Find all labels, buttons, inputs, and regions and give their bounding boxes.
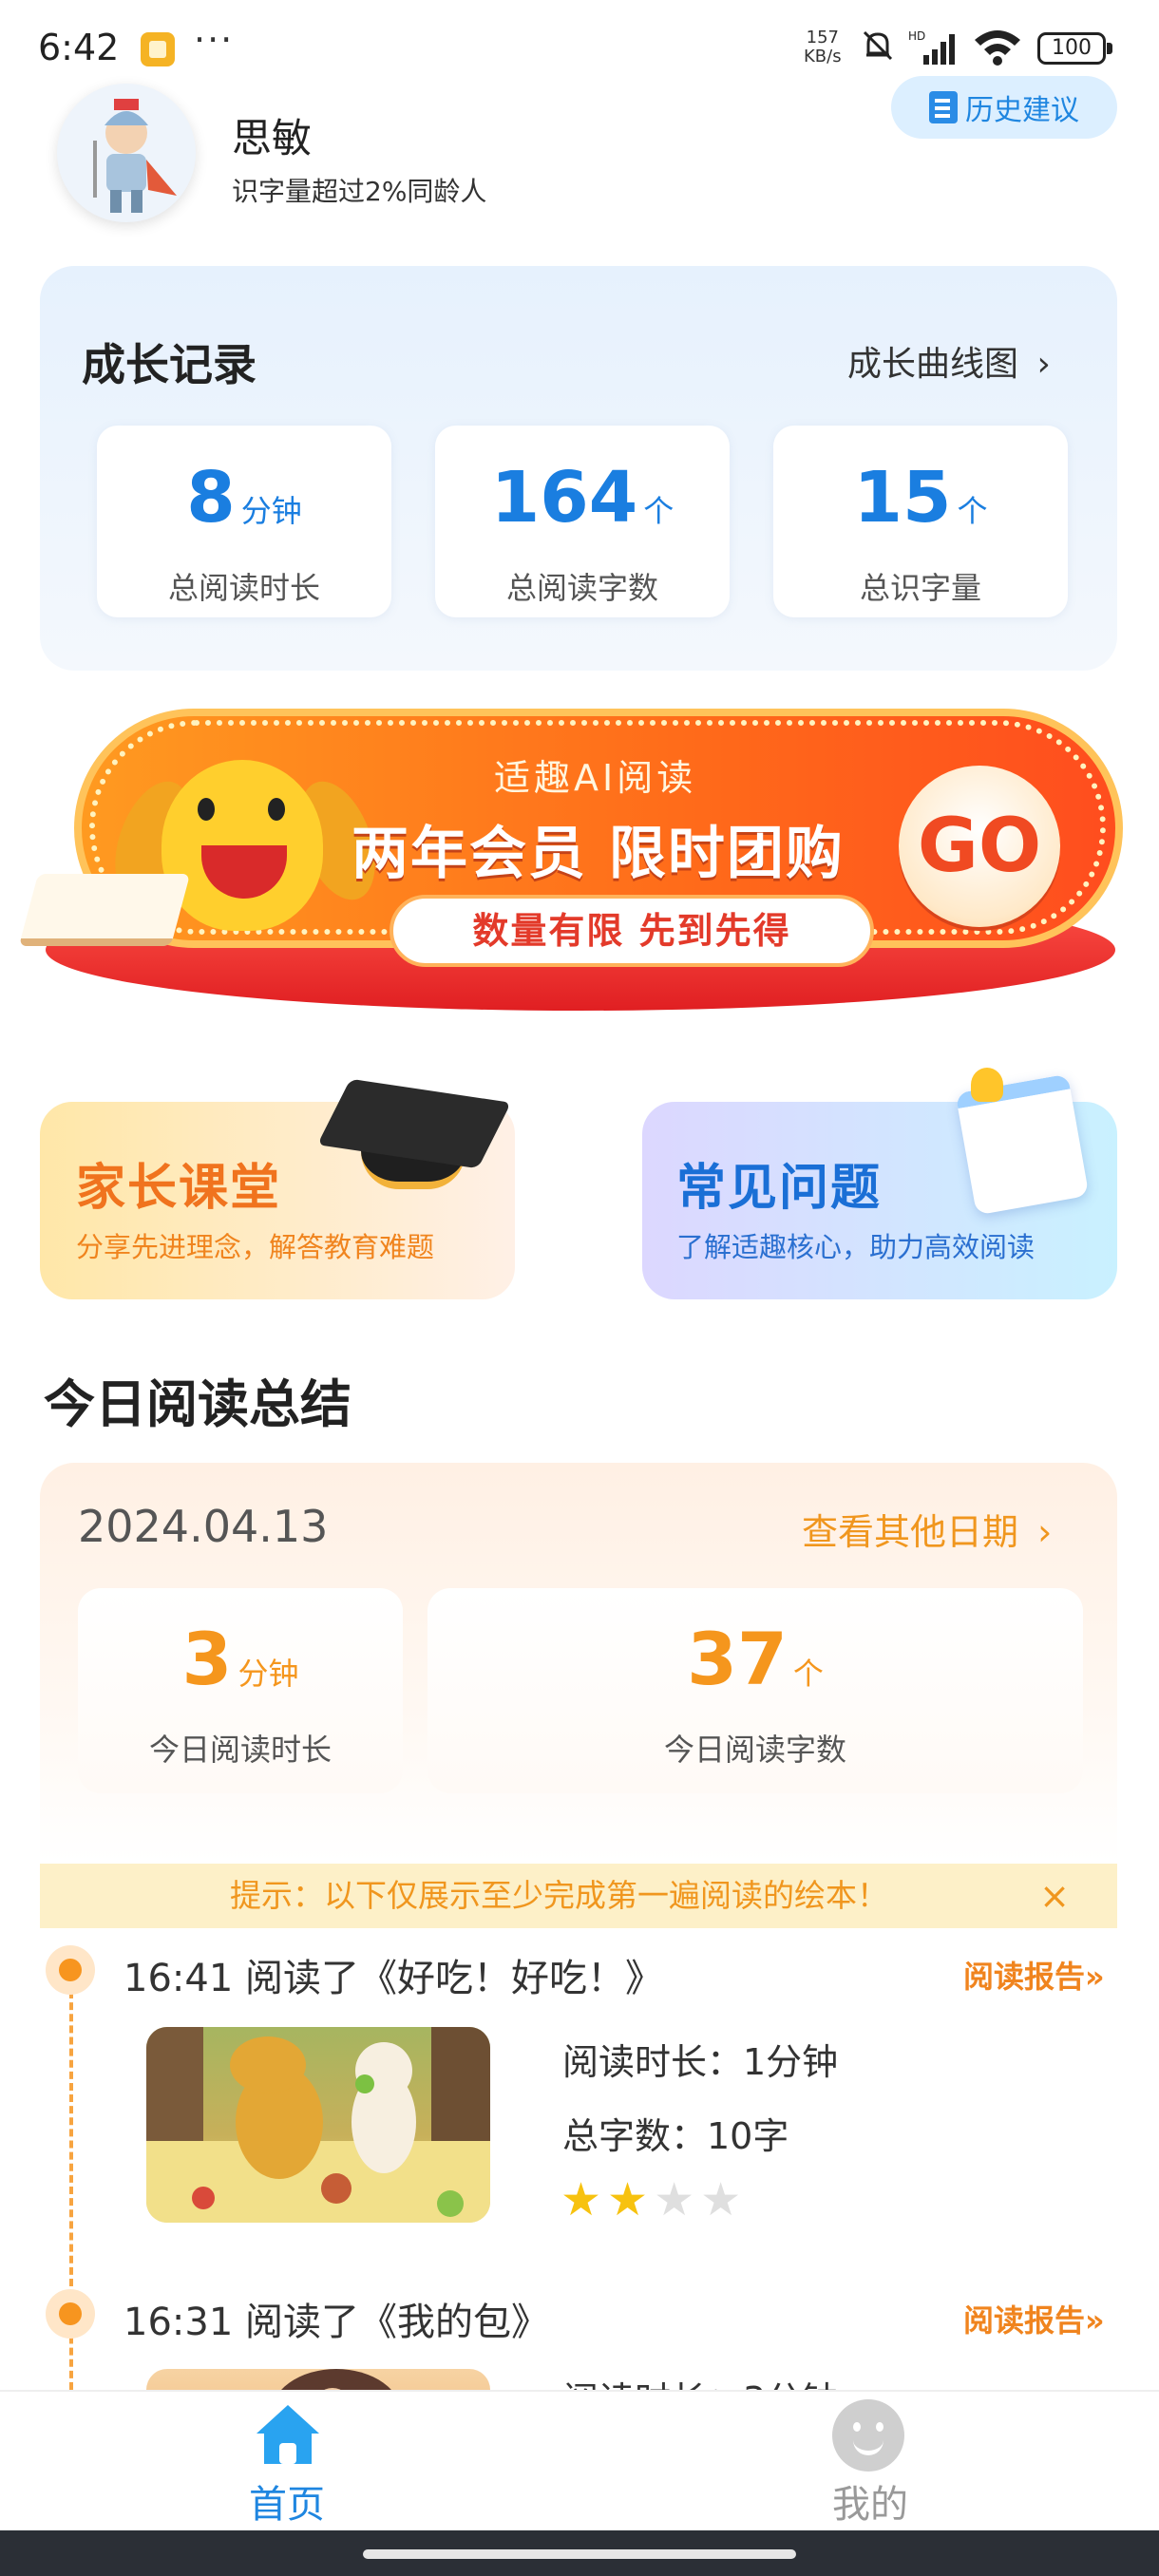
go-button[interactable]: GO: [899, 766, 1060, 927]
star-empty-icon: ★: [654, 2173, 701, 2226]
more-notifications-icon: ···: [194, 19, 235, 61]
stat-label: 总识字量: [859, 570, 981, 606]
document-clock-icon: [929, 91, 958, 123]
avatar[interactable]: [57, 84, 196, 222]
banner-headline: 两年会员 限时团购: [352, 821, 845, 887]
signal-icon: HD: [908, 28, 961, 75]
home-icon[interactable]: [253, 2401, 323, 2468]
stat-label: 总阅读时长: [167, 570, 320, 606]
today-reading-time-stat: 3 分钟 今日阅读时长: [78, 1588, 403, 1793]
faq-subtitle: 了解适趣核心，助力高效阅读: [676, 1231, 1036, 1263]
today-words-read-stat: 37 个 今日阅读字数: [428, 1588, 1083, 1793]
stat-label: 今日阅读字数: [663, 1732, 846, 1768]
tip-bar: 提示：以下仅展示至少完成第一遍阅读的绘本！ ×: [40, 1864, 1117, 1928]
bottom-nav: [0, 2390, 1159, 2530]
timeline-dot: [46, 2289, 95, 2339]
smiley-profile-icon[interactable]: [832, 2399, 904, 2472]
literacy-percentile: 识字量超过2%同龄人: [232, 176, 487, 207]
reading-report-link[interactable]: 阅读报告»: [963, 2297, 1105, 2340]
stat-unit: 分钟: [238, 1656, 299, 1692]
growth-record-title: 成长记录: [82, 339, 256, 390]
reading-duration: 阅读时长：1分钟: [562, 2041, 839, 2083]
stat-unit: 个: [792, 1656, 824, 1692]
bell-icon: [971, 1068, 1003, 1102]
total-reading-time-stat: 8 分钟 总阅读时长: [97, 426, 391, 617]
reading-report-link[interactable]: 阅读报告»: [963, 1953, 1105, 1997]
double-chevron-right-icon: »: [1085, 1959, 1105, 1995]
stat-value: 164: [490, 457, 638, 539]
growth-chart-label: 成长曲线图: [847, 345, 1019, 384]
notes-app-icon: [141, 32, 175, 66]
dog-eye: [268, 798, 285, 821]
chevron-right-icon: ›: [1036, 345, 1051, 384]
stat-label: 今日阅读时长: [148, 1732, 332, 1768]
stat-value: 15: [853, 457, 952, 539]
star-empty-icon: ★: [700, 2173, 748, 2226]
battery-indicator: 100: [1037, 32, 1112, 65]
banner-subtitle: 适趣AI阅读: [494, 757, 697, 799]
user-name: 思敏: [232, 115, 313, 161]
stat-unit: 分钟: [240, 493, 302, 529]
reading-report-label: 阅读报告: [963, 2302, 1086, 2339]
stat-label: 总阅读字数: [505, 570, 658, 606]
picnic-illustration-icon: [146, 2027, 490, 2223]
wifi-icon: [973, 27, 1022, 75]
double-chevron-right-icon: »: [1085, 2302, 1105, 2339]
mute-bell-icon: [859, 27, 897, 73]
dog-eye: [198, 798, 215, 821]
reading-report-label: 阅读报告: [963, 1959, 1086, 1995]
nav-me-label[interactable]: 我的: [832, 2473, 908, 2529]
tip-text: 提示：以下仅展示至少完成第一遍阅读的绘本！: [230, 1877, 888, 1914]
other-dates-link[interactable]: 查看其他日期 ›: [802, 1503, 1052, 1555]
total-words-read-stat: 164 个 总阅读字数: [435, 426, 730, 617]
stat-value: 3: [181, 1617, 233, 1701]
book-cover-thumbnail[interactable]: [146, 2027, 490, 2223]
word-count: 总字数：10字: [562, 2115, 789, 2157]
reading-duration: 阅读时长：3分钟: [562, 2371, 838, 2390]
open-book-icon: [18, 874, 191, 946]
today-date: 2024.04.13: [78, 1501, 329, 1552]
history-advice-button[interactable]: 历史建议: [891, 76, 1117, 139]
record-heading: 16:41 阅读了《好吃！好吃！》: [124, 1957, 663, 2000]
chevron-right-icon: ›: [1037, 1511, 1053, 1553]
record-heading: 16:31 阅读了《我的包》: [124, 2301, 549, 2344]
star-rating: ★★★★: [560, 2173, 747, 2226]
history-advice-label: 历史建议: [965, 94, 1079, 127]
parent-class-subtitle: 分享先进理念，解答教育难题: [76, 1231, 435, 1263]
banner-ribbon: 数量有限 先到先得: [390, 895, 874, 967]
home-indicator[interactable]: [363, 2549, 796, 2559]
status-time: 6:42: [38, 27, 120, 68]
network-type: HD: [908, 29, 925, 43]
star-filled-icon: ★: [607, 2173, 655, 2226]
knight-avatar-icon: [93, 99, 177, 213]
today-summary-title: 今日阅读总结: [44, 1374, 352, 1434]
nav-home-label[interactable]: 首页: [249, 2473, 325, 2529]
close-icon[interactable]: ×: [1039, 1864, 1070, 1928]
total-literacy-stat: 15 个 总识字量: [773, 426, 1068, 617]
stat-value: 8: [186, 457, 236, 539]
parent-class-title: 家长课堂: [76, 1160, 282, 1217]
other-dates-label: 查看其他日期: [802, 1511, 1019, 1553]
stat-value: 37: [687, 1617, 788, 1701]
promo-banner[interactable]: 适趣AI阅读 两年会员 限时团购 数量有限 先到先得 GO: [18, 703, 1123, 1026]
network-speed: 157 KB/s: [804, 28, 842, 66]
growth-chart-link[interactable]: 成长曲线图 ›: [847, 336, 1051, 386]
stat-unit: 个: [957, 493, 988, 529]
network-speed-unit: KB/s: [804, 47, 842, 66]
faq-title: 常见问题: [676, 1160, 883, 1217]
star-filled-icon: ★: [560, 2173, 608, 2226]
stat-unit: 个: [643, 493, 674, 529]
network-speed-value: 157: [806, 28, 839, 47]
timeline-dot: [46, 1945, 95, 1995]
